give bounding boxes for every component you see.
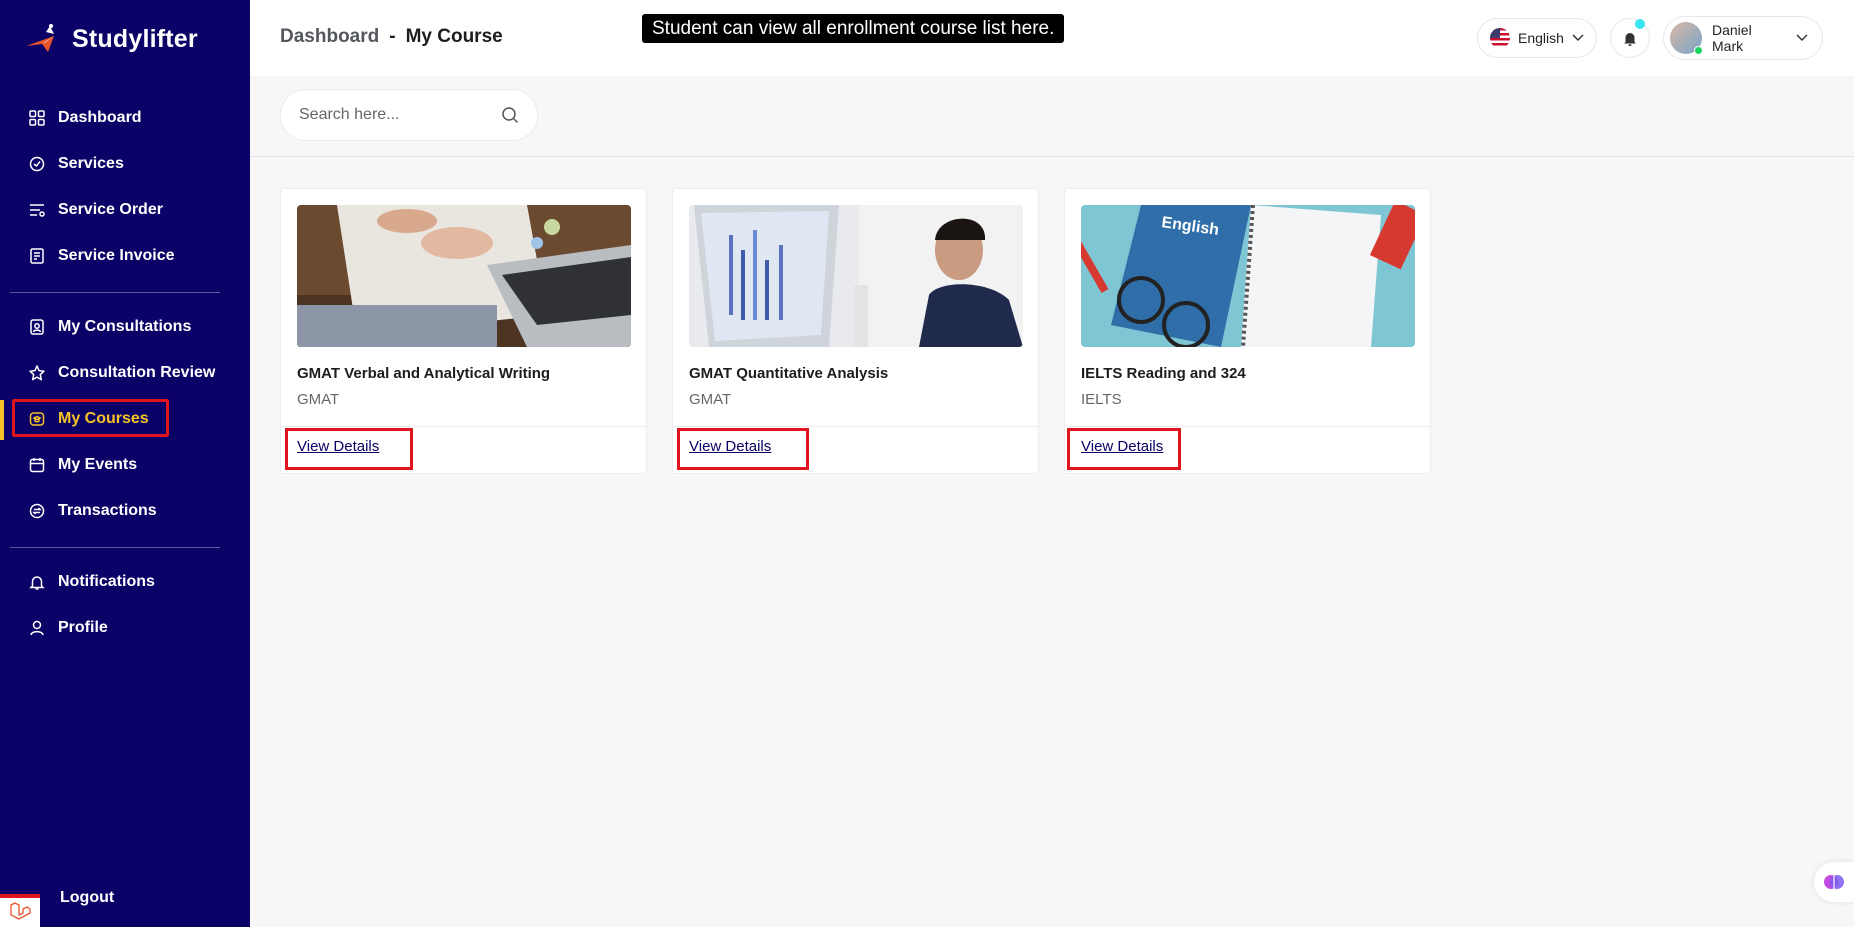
course-image (297, 205, 631, 347)
sidebar-item-service-invoice[interactable]: Service Invoice (28, 242, 175, 270)
services-icon (29, 156, 45, 172)
sidebar-item-label: Profile (58, 619, 108, 636)
sidebar-item-service-order[interactable]: Service Order (28, 196, 163, 224)
content-divider (250, 156, 1854, 157)
sidebar-item-label: My Consultations (58, 318, 192, 335)
consultation-icon (30, 319, 44, 335)
view-details-link[interactable]: View Details (689, 438, 771, 455)
language-select[interactable]: English (1477, 18, 1597, 58)
search-box (280, 89, 538, 141)
sidebar-item-label: Transactions (58, 502, 157, 519)
online-status-dot (1694, 46, 1703, 55)
us-flag-icon (1490, 28, 1510, 48)
sidebar-item-label: Service Invoice (58, 247, 175, 264)
course-title[interactable]: IELTS Reading and 324 (1081, 365, 1246, 382)
service-order-icon (30, 204, 45, 217)
bell-icon (29, 576, 45, 590)
sidebar-item-label: Dashboard (58, 109, 142, 126)
invoice-icon (30, 248, 44, 264)
active-indicator (0, 400, 4, 440)
card-divider (281, 426, 646, 427)
course-card: English IELTS Reading and 324 IELTS View… (1064, 188, 1431, 474)
notification-button[interactable] (1610, 18, 1650, 58)
sidebar-item-consultation-review[interactable]: Consultation Review (28, 359, 215, 387)
brand[interactable]: Studylifter (24, 22, 198, 56)
bell-icon (1624, 33, 1636, 46)
sidebar-item-notifications[interactable]: Notifications (28, 568, 155, 596)
top-header: Dashboard - My Course Student can view a… (250, 0, 1854, 76)
sidebar-item-label: Services (58, 155, 124, 172)
laravel-icon (10, 901, 31, 920)
card-divider (1065, 426, 1430, 427)
chevron-down-icon (1572, 34, 1584, 42)
sidebar-item-profile[interactable]: Profile (28, 614, 108, 642)
course-card: GMAT Quantitative Analysis GMAT View Det… (672, 188, 1039, 474)
notification-dot (1635, 19, 1645, 29)
course-card: GMAT Verbal and Analytical Writing GMAT … (280, 188, 647, 474)
brand-name: Studylifter (72, 24, 198, 53)
sidebar-item-my-events[interactable]: My Events (28, 451, 137, 479)
sidebar-item-my-consultations[interactable]: My Consultations (28, 313, 191, 341)
breadcrumb-separator: - (389, 26, 396, 47)
sidebar-item-label: Consultation Review (58, 364, 216, 381)
brain-icon (1824, 875, 1844, 889)
view-details-link[interactable]: View Details (297, 438, 379, 455)
course-category: GMAT (297, 391, 340, 408)
breadcrumb-current: My Course (405, 26, 503, 47)
user-name: Daniel Mark (1712, 22, 1752, 54)
sidebar-item-label: My Courses (58, 410, 149, 427)
laravel-badge[interactable] (0, 894, 40, 927)
dashboard-icon (29, 110, 45, 126)
course-title[interactable]: GMAT Verbal and Analytical Writing (297, 365, 550, 382)
sidebar-item-services[interactable]: Services (28, 150, 124, 178)
tutorial-tooltip: Student can view all enrollment course l… (642, 14, 1065, 43)
view-details-link[interactable]: View Details (1081, 438, 1163, 455)
sidebar-item-label: Service Order (58, 201, 163, 218)
avatar (1670, 22, 1703, 55)
sidebar-item-transactions[interactable]: Transactions (28, 497, 157, 525)
course-image (689, 205, 1023, 347)
logout-button[interactable]: Logout (60, 884, 114, 912)
sidebar-item-dashboard[interactable]: Dashboard (28, 104, 142, 132)
sidebar-item-label: Notifications (58, 573, 155, 590)
card-divider (673, 426, 1038, 427)
sidebar-item-my-courses[interactable]: My Courses (28, 405, 149, 433)
sidebar-item-label: My Events (58, 456, 138, 473)
sidebar-divider (10, 547, 220, 548)
breadcrumb-dashboard[interactable]: Dashboard (280, 26, 379, 48)
sidebar: Studylifter Dashboard Services Service O… (0, 0, 250, 927)
breadcrumb: Dashboard - My Course (280, 26, 503, 48)
floating-helper-button[interactable] (1814, 862, 1854, 902)
logout-label: Logout (60, 889, 115, 906)
chevron-down-icon (1796, 34, 1808, 42)
user-icon (30, 620, 44, 636)
course-category: IELTS (1081, 391, 1122, 408)
language-label: English (1518, 30, 1564, 46)
course-title[interactable]: GMAT Quantitative Analysis (689, 365, 888, 382)
studylifter-logo-icon (26, 24, 54, 52)
course-image: English (1081, 205, 1415, 347)
transactions-icon (29, 503, 45, 519)
star-icon (29, 365, 45, 381)
courses-icon (29, 412, 45, 426)
search-icon[interactable] (501, 106, 519, 124)
course-category: GMAT (689, 391, 732, 408)
user-menu[interactable]: Daniel Mark (1663, 16, 1823, 60)
sidebar-divider (10, 292, 220, 293)
search-input[interactable] (299, 106, 489, 124)
calendar-icon (29, 458, 45, 473)
